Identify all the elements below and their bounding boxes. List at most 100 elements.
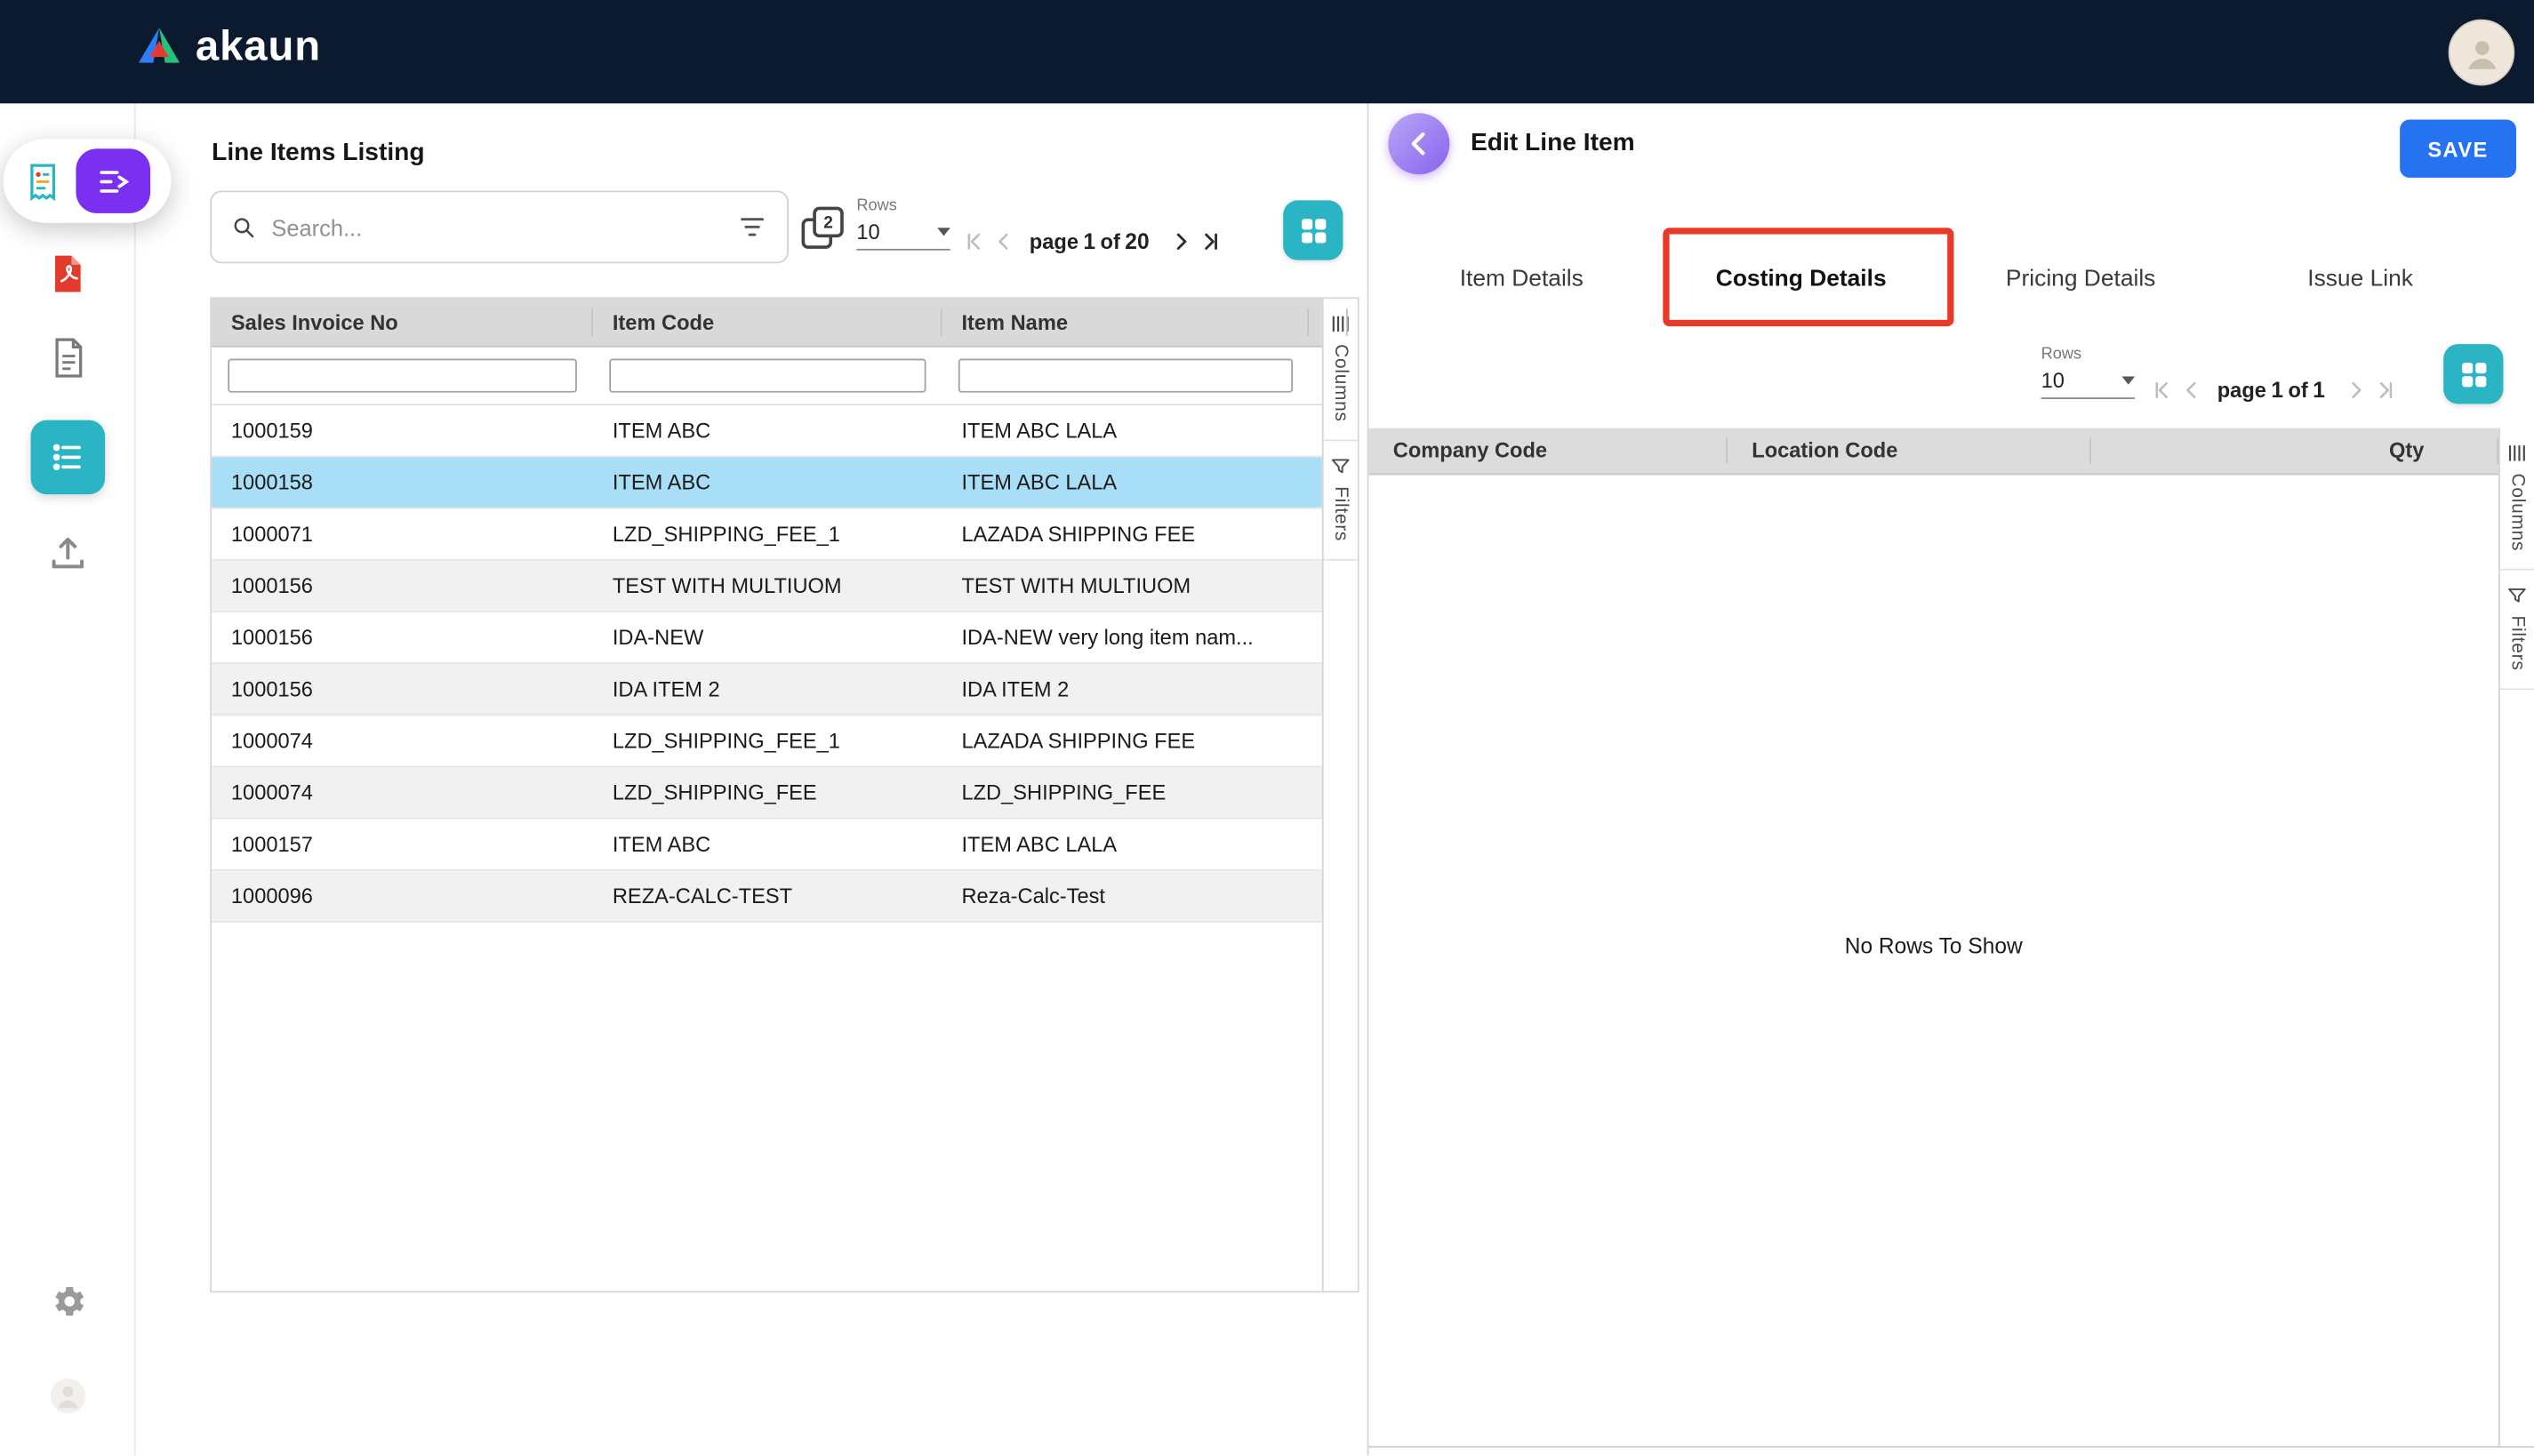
column-header-location-code[interactable]: Location Code: [1728, 428, 2091, 474]
table-row[interactable]: 1000074LZD_SHIPPING_FEE_1LAZADA SHIPPING…: [212, 716, 1322, 767]
sidebar-item-pdf[interactable]: [45, 252, 89, 296]
last-page-button[interactable]: [2370, 375, 2400, 404]
filter-list-icon[interactable]: [737, 212, 768, 243]
column-filter-input[interactable]: [958, 359, 1293, 393]
page-indicator: page1of1: [2217, 377, 2330, 401]
column-header-item-name[interactable]: Item Name: [942, 299, 1310, 346]
table-cell: IDA ITEM 2: [942, 677, 1310, 701]
brand[interactable]: akaun: [136, 24, 321, 66]
column-header-item-code[interactable]: Item Code: [593, 299, 942, 346]
sidebar-item-upload[interactable]: [46, 532, 88, 573]
first-page-button[interactable]: [2148, 375, 2177, 404]
funnel-icon: [1330, 456, 1351, 477]
table-cell: LAZADA SHIPPING FEE: [942, 729, 1310, 753]
brand-logo-icon: [136, 24, 183, 66]
costing-toolbar: Rows 10 page1of1: [1369, 340, 2534, 427]
table-cell: 1000157: [212, 832, 593, 856]
sidebar-item-profile[interactable]: [46, 1375, 88, 1417]
table-filter-row: [212, 348, 1322, 405]
column-header-qty[interactable]: Qty: [2091, 428, 2498, 474]
pages-icon[interactable]: 2: [802, 207, 844, 249]
prev-page-button[interactable]: [989, 226, 1018, 255]
pdf-icon: [45, 252, 89, 296]
filters-tool-tab[interactable]: Filters: [2500, 571, 2534, 691]
table-cell: ITEM ABC LALA: [942, 470, 1310, 494]
table-cell: 1000156: [212, 573, 593, 597]
table-row[interactable]: 1000159ITEM ABCITEM ABC LALA: [212, 405, 1322, 457]
sidebar: [0, 103, 136, 1455]
table-cell: LAZADA SHIPPING FEE: [942, 522, 1310, 546]
table-row[interactable]: 1000156TEST WITH MULTIUOMTEST WITH MULTI…: [212, 561, 1322, 612]
topbar: akaun: [0, 0, 2534, 103]
search-box[interactable]: [210, 190, 789, 263]
sheet-front-icon: 2: [813, 207, 844, 238]
app-root: akaun: [0, 0, 2534, 1456]
table-row[interactable]: 1000071LZD_SHIPPING_FEE_1LAZADA SHIPPING…: [212, 509, 1322, 561]
table-cell: 1000158: [212, 470, 593, 494]
funnel-icon: [2506, 585, 2528, 606]
table-cell: LZD_SHIPPING_FEE: [942, 780, 1310, 804]
last-page-button[interactable]: [1195, 226, 1224, 255]
save-button[interactable]: SAVE: [2400, 120, 2516, 178]
module-menu-button[interactable]: [76, 148, 150, 213]
rows-per-page-select[interactable]: Rows 10: [856, 197, 950, 251]
grid-view-button[interactable]: [2443, 344, 2503, 404]
sidebar-item-document[interactable]: [45, 336, 89, 380]
prev-page-button[interactable]: [2177, 375, 2206, 404]
columns-tab-label: Columns: [1331, 344, 1351, 422]
table-cell: 1000156: [212, 625, 593, 649]
table-cell: LZD_SHIPPING_FEE_1: [593, 729, 942, 753]
table-cell: 1000159: [212, 419, 593, 443]
tab-pricing-details[interactable]: Pricing Details: [1941, 243, 2220, 317]
table-row[interactable]: 1000156IDA-NEWIDA-NEW very long item nam…: [212, 612, 1322, 664]
table-cell: 1000156: [212, 677, 593, 701]
gear-icon: [47, 1281, 87, 1321]
table-row[interactable]: 1000157ITEM ABCITEM ABC LALA: [212, 820, 1322, 871]
rows-per-page-select[interactable]: Rows 10: [2041, 346, 2135, 399]
filters-tab-label: Filters: [1331, 486, 1351, 541]
table-cell: Reza-Calc-Test: [942, 884, 1310, 908]
table-row[interactable]: 1000096REZA-CALC-TESTReza-Calc-Test: [212, 871, 1322, 923]
empty-message: No Rows To Show: [1369, 934, 2499, 958]
table-cell: ITEM ABC: [593, 832, 942, 856]
pagination: page1of1: [2148, 372, 2400, 407]
columns-tool-tab[interactable]: Columns: [2500, 428, 2534, 571]
columns-icon: [2506, 443, 2528, 464]
table-cell: TEST WITH MULTIUOM: [593, 573, 942, 597]
invoice-table-body: 1000159ITEM ABCITEM ABC LALA1000158ITEM …: [212, 405, 1322, 1291]
table-header-row: Company Code Location Code Qty: [1369, 428, 2499, 476]
column-filter-input[interactable]: [228, 359, 577, 393]
tab-issue-link[interactable]: Issue Link: [2220, 243, 2499, 317]
table-cell: LZD_SHIPPING_FEE_1: [593, 522, 942, 546]
tab-costing-details[interactable]: Costing Details: [1661, 243, 1940, 317]
table-row[interactable]: 1000074LZD_SHIPPING_FEELZD_SHIPPING_FEE: [212, 767, 1322, 819]
next-page-button[interactable]: [1166, 226, 1195, 255]
table-header-row: Sales Invoice No Item Code Item Name: [212, 299, 1322, 348]
column-filter-input[interactable]: [609, 359, 926, 393]
search-input[interactable]: [269, 212, 737, 242]
tab-item-details[interactable]: Item Details: [1382, 243, 1661, 317]
receipt-icon: [21, 159, 65, 203]
first-page-button[interactable]: [960, 226, 990, 255]
user-avatar[interactable]: [2449, 20, 2515, 86]
column-header-company-code[interactable]: Company Code: [1369, 428, 1728, 474]
table-cell: ITEM ABC LALA: [942, 419, 1310, 443]
sidebar-item-line-items[interactable]: [30, 420, 105, 495]
upload-icon: [46, 532, 88, 573]
filters-tool-tab[interactable]: Filters: [1324, 442, 1358, 562]
costing-table: Company Code Location Code Qty No Rows T…: [1369, 428, 2534, 1448]
table-cell: LZD_SHIPPING_FEE: [593, 780, 942, 804]
grid-view-button[interactable]: [1283, 200, 1343, 260]
sidebar-item-settings[interactable]: [47, 1281, 87, 1321]
columns-tab-label: Columns: [2507, 474, 2527, 552]
table-cell: IDA-NEW: [593, 625, 942, 649]
sidebar-active-module[interactable]: [4, 139, 172, 223]
column-header-sales-invoice-no[interactable]: Sales Invoice No: [212, 299, 593, 346]
back-button[interactable]: [1388, 113, 1449, 174]
tool-panel-strip: Columns Filters: [2498, 428, 2534, 1446]
table-cell: ITEM ABC: [593, 419, 942, 443]
table-row[interactable]: 1000158ITEM ABCITEM ABC LALA: [212, 457, 1322, 508]
table-row[interactable]: 1000156IDA ITEM 2IDA ITEM 2: [212, 664, 1322, 716]
next-page-button[interactable]: [2341, 375, 2370, 404]
filters-tab-label: Filters: [2507, 616, 2527, 671]
